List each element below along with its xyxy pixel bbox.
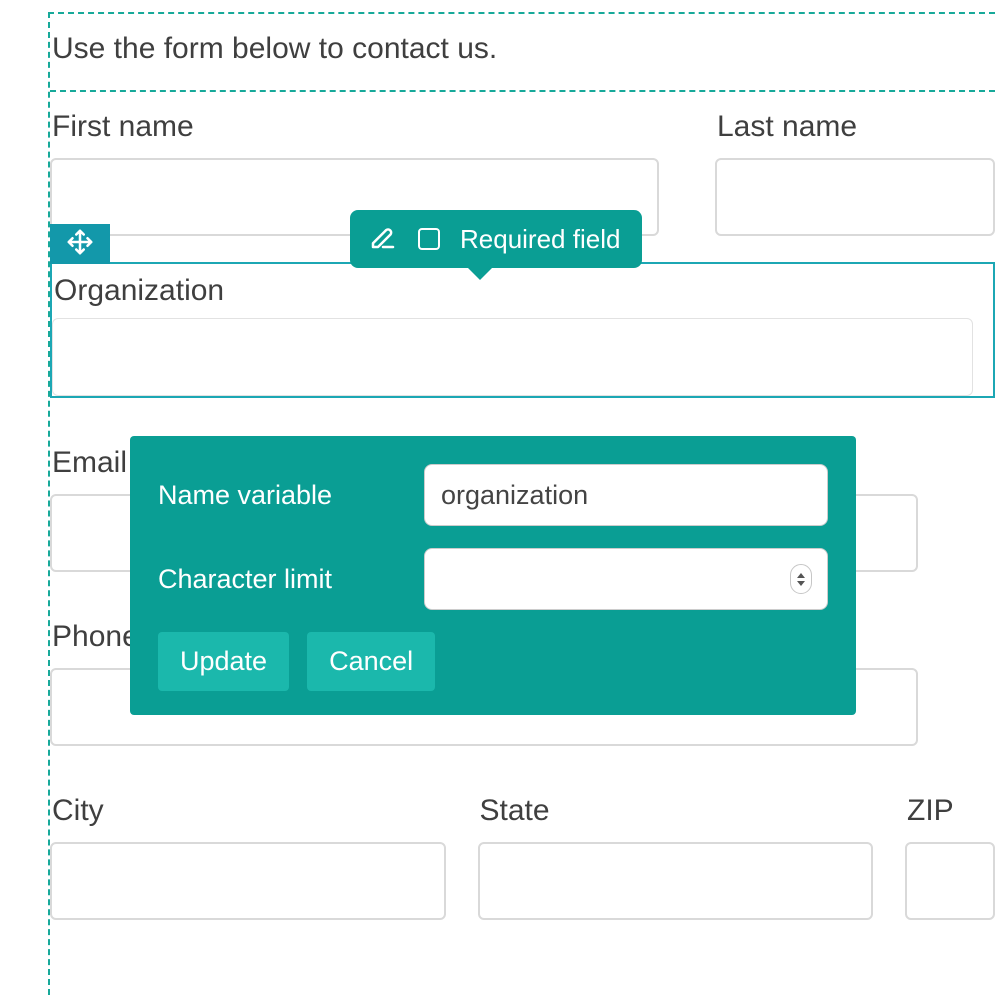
form-intro: Use the form below to contact us. <box>50 14 995 92</box>
required-checkbox[interactable] <box>418 228 440 250</box>
name-variable-label: Name variable <box>158 480 424 511</box>
character-limit-label: Character limit <box>158 564 424 595</box>
city-label: City <box>50 794 446 828</box>
move-icon <box>65 227 95 262</box>
required-label: Required field <box>460 224 620 255</box>
last-name-input[interactable] <box>715 158 995 236</box>
city-input[interactable] <box>50 842 446 920</box>
first-name-label: First name <box>50 110 659 144</box>
zip-label: ZIP <box>905 794 995 828</box>
organization-input[interactable] <box>52 318 973 396</box>
character-limit-input[interactable] <box>424 548 828 610</box>
update-button[interactable]: Update <box>158 632 289 691</box>
name-variable-input[interactable] <box>424 464 828 526</box>
edit-icon[interactable] <box>368 222 398 257</box>
cancel-button[interactable]: Cancel <box>307 632 435 691</box>
zip-input[interactable] <box>905 842 995 920</box>
move-handle[interactable] <box>50 224 110 264</box>
state-label: State <box>478 794 874 828</box>
field-tooltip: Required field <box>350 210 642 268</box>
stepper-icon[interactable] <box>790 564 812 594</box>
field-settings-popover: Name variable Character limit Update Can… <box>130 436 856 715</box>
last-name-label: Last name <box>715 110 995 144</box>
organization-label: Organization <box>52 264 993 318</box>
state-input[interactable] <box>478 842 874 920</box>
